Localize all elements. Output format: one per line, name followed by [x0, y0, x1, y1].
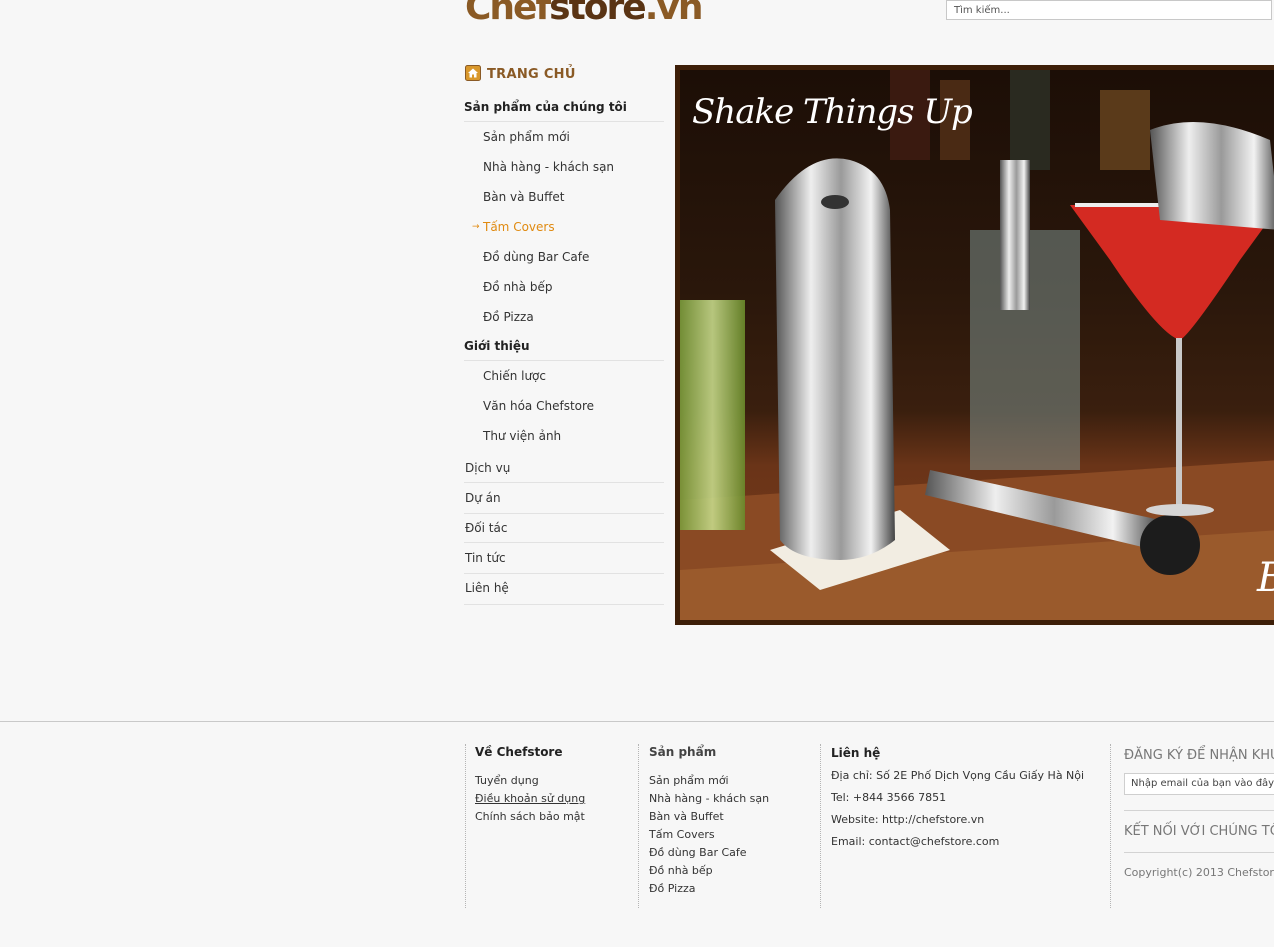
footer-link-product[interactable]: Đồ dùng Bar Cafe: [649, 846, 747, 859]
sidebar-item-san-pham-moi[interactable]: Sản phẩm mới: [483, 130, 570, 144]
footer-contact-website[interactable]: Website: http://chefstore.vn: [831, 813, 984, 826]
divider: [464, 121, 664, 122]
logo-part-store: store: [549, 0, 647, 28]
search-input[interactable]: Tìm kiếm...: [946, 0, 1272, 20]
footer-contact-title: Liên hệ: [831, 746, 881, 760]
footer-separator: [820, 744, 821, 908]
sidebar-section-products[interactable]: Sản phẩm của chúng tôi: [464, 100, 627, 114]
divider: [1124, 852, 1274, 853]
divider: [464, 573, 664, 574]
footer-link-tuyen-dung[interactable]: Tuyển dụng: [475, 774, 539, 787]
home-icon: [465, 65, 481, 81]
footer-about-title: Về Chefstore: [475, 745, 563, 759]
footer-link-product[interactable]: Đồ Pizza: [649, 882, 696, 895]
footer-products-title: Sản phẩm: [649, 745, 717, 759]
sidebar-item-du-an[interactable]: Dự án: [465, 491, 501, 505]
sidebar-item-van-hoa[interactable]: Văn hóa Chefstore: [483, 399, 594, 413]
connect-title: KẾT NỐI VỚI CHÚNG TÔ: [1124, 824, 1274, 839]
logo-part-chef: Chef: [465, 0, 551, 28]
footer-link-bao-mat[interactable]: Chính sách bảo mật: [475, 810, 585, 823]
footer-link-product[interactable]: Đồ nhà bếp: [649, 864, 713, 877]
sidebar-section-about[interactable]: Giới thiệu: [464, 339, 530, 353]
sidebar-item-ban-buffet[interactable]: Bàn và Buffet: [483, 190, 564, 204]
footer-separator: [1110, 744, 1111, 908]
sidebar-item-tin-tuc[interactable]: Tin tức: [465, 551, 506, 565]
home-link[interactable]: TRANG CHỦ: [487, 67, 576, 82]
hero-illustration: [680, 70, 1274, 620]
newsletter-email-input[interactable]: Nhập email của bạn vào đây ...: [1124, 773, 1274, 795]
divider: [464, 482, 664, 483]
divider: [464, 513, 664, 514]
footer-link-product[interactable]: Bàn và Buffet: [649, 810, 724, 823]
sidebar-item-pizza[interactable]: Đồ Pizza: [483, 310, 534, 324]
footer-separator: [465, 744, 466, 908]
footer-divider: [0, 721, 1274, 722]
site-logo[interactable]: Chefstore.vn: [465, 0, 704, 30]
footer-contact-address: Địa chỉ: Số 2E Phố Dịch Vọng Cầu Giấy Hà…: [831, 769, 1085, 782]
sidebar-item-lien-he[interactable]: Liên hệ: [465, 581, 509, 595]
sidebar-item-nha-hang[interactable]: Nhà hàng - khách sạn: [483, 160, 614, 174]
footer-link-product[interactable]: Nhà hàng - khách sạn: [649, 792, 769, 805]
divider: [464, 360, 664, 361]
divider: [1124, 810, 1274, 811]
copyright-text: Copyright(c) 2013 Chefstore: [1124, 866, 1274, 879]
footer-contact-tel: Tel: +844 3566 7851: [831, 791, 947, 804]
hero-caption: Shake Things Up: [692, 92, 973, 132]
footer-link-product[interactable]: Tấm Covers: [649, 828, 715, 841]
newsletter-title: ĐĂNG KÝ ĐỂ NHẬN KHU: [1124, 748, 1274, 763]
hero-caption-right: B: [1257, 555, 1274, 601]
footer-separator: [638, 744, 639, 908]
divider: [464, 542, 664, 543]
sidebar-item-thu-vien-anh[interactable]: Thư viện ảnh: [483, 429, 561, 443]
hero-banner[interactable]: Shake Things Up B: [675, 65, 1274, 625]
sidebar-item-tam-covers[interactable]: Tấm Covers: [483, 220, 555, 234]
divider: [464, 604, 664, 605]
footer-contact-email[interactable]: Email: contact@chefstore.com: [831, 835, 999, 848]
sidebar-item-doi-tac[interactable]: Đối tác: [465, 521, 507, 535]
footer-link-product[interactable]: Sản phẩm mới: [649, 774, 729, 787]
sidebar-item-chien-luoc[interactable]: Chiến lược: [483, 369, 546, 383]
logo-part-vn: .vn: [644, 0, 704, 28]
sidebar-item-nha-bep[interactable]: Đồ nhà bếp: [483, 280, 552, 294]
arrow-right-icon: →: [472, 222, 480, 232]
sidebar-item-dich-vu[interactable]: Dịch vụ: [465, 461, 510, 475]
footer-link-dieu-khoan[interactable]: Điều khoản sử dụng: [475, 792, 585, 805]
sidebar-item-bar-cafe[interactable]: Đồ dùng Bar Cafe: [483, 250, 589, 264]
